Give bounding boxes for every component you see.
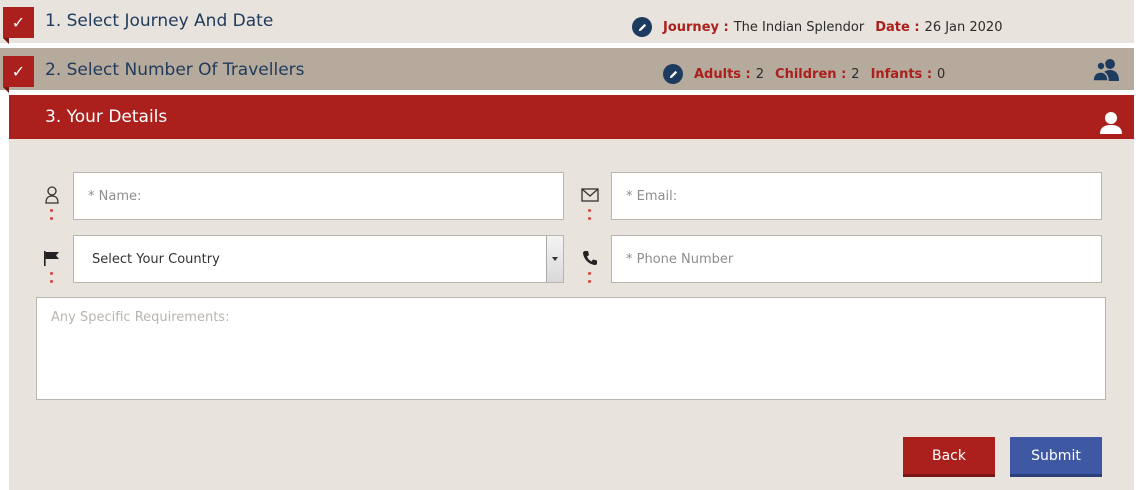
infants-label: Infants : <box>870 66 933 82</box>
chevron-down-icon[interactable] <box>546 236 563 282</box>
email-input[interactable]: * Email: <box>611 172 1102 220</box>
journey-summary: Journey : The Indian Splendor Date : 26 … <box>632 17 1008 37</box>
country-select-value: Select Your Country <box>92 251 220 267</box>
user-icon <box>1098 111 1124 135</box>
journey-value: The Indian Splendor <box>733 19 865 35</box>
step2-check-icon: ✓ <box>3 56 34 93</box>
infants-value: 0 <box>937 66 946 82</box>
journey-label: Journey : <box>663 19 729 35</box>
date-value: 26 Jan 2020 <box>924 19 1003 35</box>
envelope-icon <box>581 186 599 204</box>
step3-title: 3. Your Details <box>45 107 168 127</box>
date-label: Date : <box>875 19 920 35</box>
step-journey-date[interactable]: ✓ 1. Select Journey And Date Journey : T… <box>0 0 1134 44</box>
submit-button[interactable]: Submit <box>1010 437 1102 477</box>
requirements-textarea[interactable]: Any Specific Requirements: <box>36 297 1106 400</box>
users-icon <box>1092 58 1120 82</box>
step1-title: 1. Select Journey And Date <box>45 11 274 31</box>
back-button[interactable]: Back <box>903 437 995 477</box>
phone-icon <box>581 249 599 267</box>
travellers-summary: Adults : 2 Children : 2 Infants : 0 <box>663 64 951 84</box>
step1-check-icon: ✓ <box>3 7 34 44</box>
flag-icon <box>43 249 61 267</box>
country-select[interactable]: Select Your Country <box>73 235 564 283</box>
details-form: * Name: * Email: Select Your Country * P… <box>9 139 1134 490</box>
phone-input[interactable]: * Phone Number <box>611 235 1102 283</box>
step-your-details: 3. Your Details <box>9 95 1134 139</box>
children-value: 2 <box>851 66 860 82</box>
adults-value: 2 <box>755 66 765 82</box>
adults-label: Adults : <box>694 66 751 82</box>
pencil-icon[interactable] <box>632 17 652 37</box>
step2-title: 2. Select Number Of Travellers <box>45 60 305 80</box>
pencil-icon[interactable] <box>663 64 683 84</box>
name-input[interactable]: * Name: <box>73 172 564 220</box>
children-label: Children : <box>775 66 847 82</box>
user-outline-icon <box>43 186 61 204</box>
